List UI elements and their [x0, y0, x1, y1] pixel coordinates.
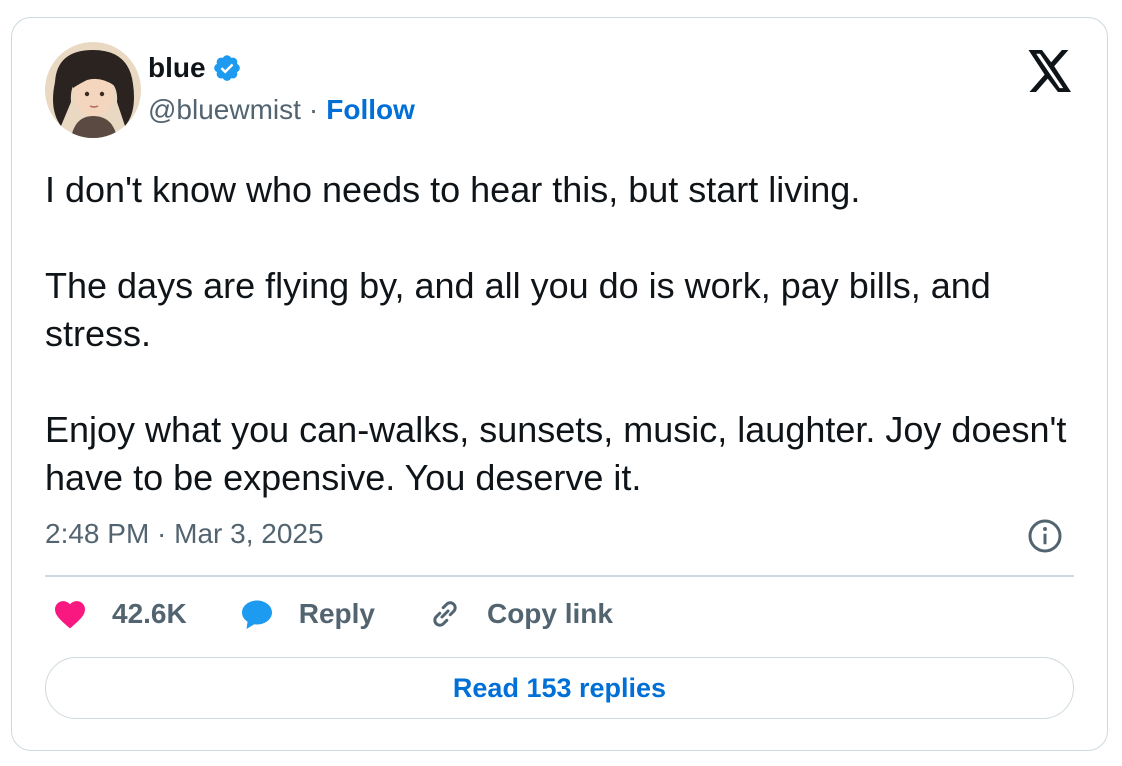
copy-link-button[interactable]: Copy link	[427, 596, 613, 632]
verified-badge-icon	[212, 53, 242, 83]
action-bar: 42.6K Reply Copy link	[52, 596, 665, 632]
tweet-timestamp[interactable]: 2:48 PM · Mar 3, 2025	[45, 518, 324, 550]
reply-button[interactable]: Reply	[239, 596, 375, 632]
read-replies-button[interactable]: Read 153 replies	[45, 657, 1074, 719]
tweet-text: I don't know who needs to hear this, but…	[45, 169, 1067, 498]
separator-dot: ·	[308, 94, 319, 125]
follow-button[interactable]: Follow	[326, 94, 415, 126]
author-name-row: blue	[148, 52, 242, 84]
avatar[interactable]	[45, 42, 141, 138]
copy-link-label: Copy link	[486, 598, 613, 629]
link-icon	[433, 601, 457, 627]
reply-label: Reply	[298, 598, 375, 629]
author-name[interactable]: blue	[148, 52, 206, 84]
heart-icon	[55, 601, 85, 629]
tweet-card: blue @bluewmist · Follow I don't know wh…	[11, 17, 1108, 751]
info-icon[interactable]	[1027, 518, 1063, 554]
x-logo-icon[interactable]	[1027, 50, 1073, 92]
author-handle-row: @bluewmist · Follow	[148, 94, 415, 126]
author-handle[interactable]: @bluewmist	[148, 94, 301, 126]
read-replies-label: Read 153 replies	[452, 672, 667, 703]
reply-bubble-icon	[241, 600, 272, 629]
like-button[interactable]: 42.6K	[52, 596, 187, 632]
like-count: 42.6K	[112, 598, 187, 629]
divider	[45, 575, 1074, 577]
